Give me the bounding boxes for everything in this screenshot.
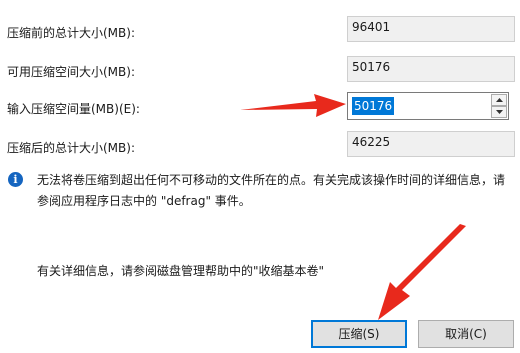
- available-label: 可用压缩空间大小(MB):: [7, 65, 135, 79]
- total-after-value: 46225: [347, 131, 515, 157]
- chevron-down-icon: [495, 110, 503, 114]
- more-info-text: 有关详细信息，请参阅磁盘管理帮助中的"收缩基本卷": [37, 264, 325, 278]
- shrink-amount-input[interactable]: [350, 95, 490, 117]
- info-icon: i: [8, 172, 23, 187]
- total-before-label: 压缩前的总计大小(MB):: [7, 26, 135, 40]
- total-after-label: 压缩后的总计大小(MB):: [7, 141, 135, 155]
- spin-down-button[interactable]: [491, 106, 507, 118]
- annotation-arrow-icon: [240, 94, 346, 117]
- input-label: 输入压缩空间量(MB)(E):: [7, 102, 140, 116]
- shrink-button[interactable]: 压缩(S): [311, 320, 407, 348]
- info-message: 无法将卷压缩到超出任何不可移动的文件所在的点。有关完成该操作时间的详细信息，请参…: [37, 173, 506, 208]
- spin-up-button[interactable]: [491, 94, 507, 106]
- chevron-up-icon: [495, 98, 503, 102]
- annotation-arrow-icon: [378, 224, 466, 320]
- cancel-button[interactable]: 取消(C): [418, 320, 514, 348]
- total-before-value: 96401: [347, 16, 515, 42]
- shrink-amount-stepper[interactable]: 50176: [347, 92, 509, 120]
- available-value: 50176: [347, 56, 515, 82]
